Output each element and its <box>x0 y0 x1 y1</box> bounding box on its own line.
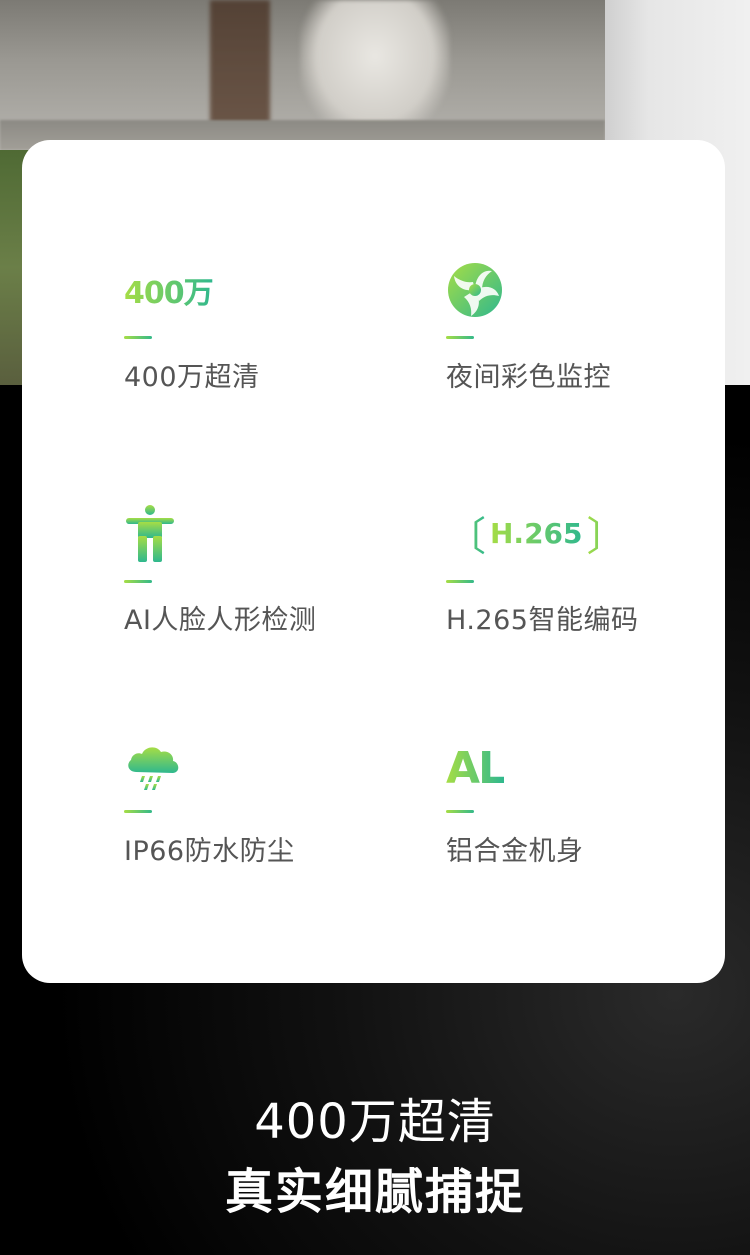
accent-rule <box>124 810 152 813</box>
400w-badge-icon: 400万 <box>124 255 324 325</box>
rain-cloud-icon <box>124 733 324 803</box>
headline-secondary: 真实细腻捕捉 <box>224 1164 525 1220</box>
feature-label: 铝合金机身 <box>446 836 584 867</box>
accent-rule <box>124 580 152 583</box>
al-material-icon: AL <box>446 742 506 794</box>
accent-rule <box>446 810 474 813</box>
h265-codec-icon: 〔 H.265 〕 <box>446 498 646 568</box>
feature-label: H.265智能编码 <box>446 605 639 636</box>
feature-label: AI人脸人形检测 <box>124 605 317 636</box>
feature-label: 400万超清 <box>124 362 260 393</box>
headline-primary: 400万超清 <box>254 1094 496 1150</box>
accent-rule <box>124 336 152 339</box>
person-figure-icon <box>124 498 324 568</box>
accent-rule <box>446 336 474 339</box>
swirl-aperture-icon <box>446 255 646 325</box>
feature-card: 400万 400万超清 夜间彩色监控 AI人脸人形检测 〔 H.265 〕 H.… <box>22 140 725 983</box>
accent-rule <box>446 580 474 583</box>
feature-label: 夜间彩色监控 <box>446 362 611 393</box>
feature-label: IP66防水防尘 <box>124 836 295 867</box>
